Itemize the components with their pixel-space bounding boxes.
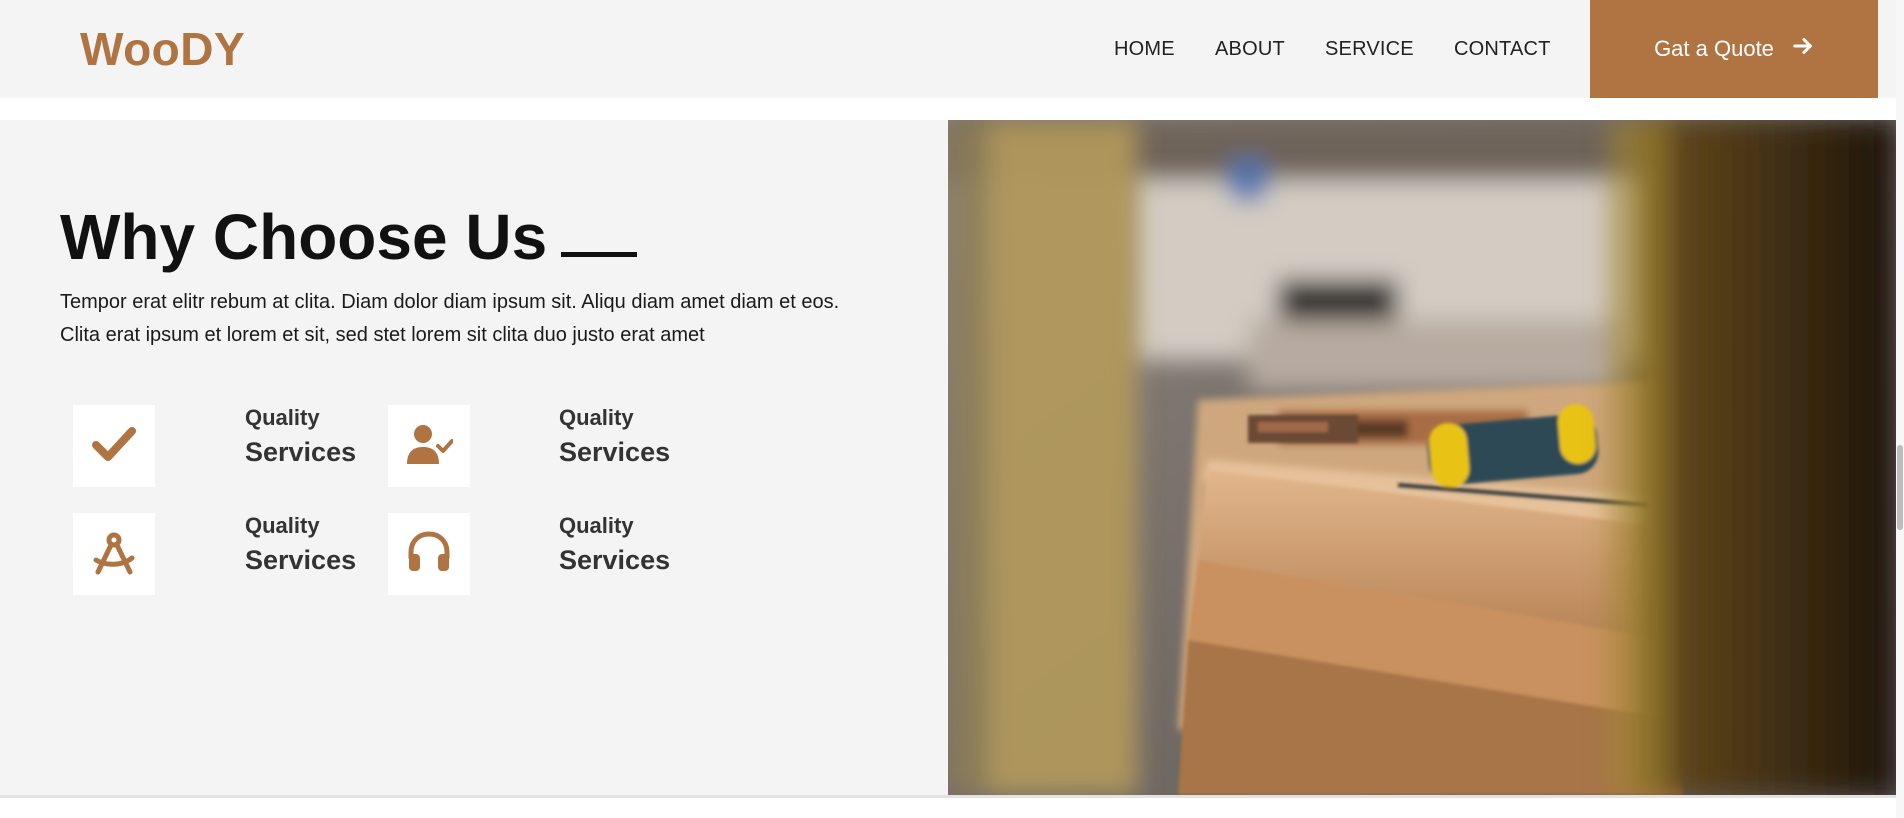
page-scrollbar[interactable]: [1896, 0, 1904, 818]
why-choose-us-section: Why Choose Us Tempor erat elitr rebum at…: [0, 120, 948, 795]
check-icon: [90, 420, 138, 473]
feature-icon-box: [73, 405, 155, 487]
feature-item: Quality Services: [559, 513, 670, 576]
feature-label: Quality: [559, 405, 634, 430]
scrollbar-thumb[interactable]: [1897, 445, 1903, 530]
arrow-right-icon: [1792, 35, 1814, 63]
section-title: Why Choose Us: [60, 200, 638, 274]
feature-item: Quality Services: [245, 405, 356, 468]
bottom-edge: [0, 795, 1896, 818]
section-description: Tempor erat elitr rebum at clita. Diam d…: [60, 291, 840, 346]
feature-title: Services: [559, 545, 671, 575]
feature-title: Services: [559, 437, 671, 467]
feature-label: Quality: [559, 513, 634, 538]
nav-link-home[interactable]: HOME: [1114, 38, 1175, 61]
feature-title: Services: [245, 437, 357, 467]
feature-item: Quality Services: [559, 405, 670, 468]
brand-logo[interactable]: WooDY: [80, 22, 245, 76]
user-check-icon: [405, 420, 454, 473]
feature-icon-box: [388, 405, 470, 487]
headphones-icon: [405, 528, 453, 581]
nav-link-contact[interactable]: CONTACT: [1454, 38, 1551, 61]
feature-item: Quality Services: [245, 513, 356, 576]
navbar: WooDY HOME ABOUT SERVICE CONTACT Gat a Q…: [0, 0, 1904, 98]
get-quote-button[interactable]: Gat a Quote: [1590, 0, 1878, 98]
feature-title: Services: [245, 545, 357, 575]
get-quote-label: Gat a Quote: [1654, 36, 1774, 61]
title-underline-decoration: [561, 252, 638, 257]
nav-link-service[interactable]: SERVICE: [1325, 38, 1414, 61]
drafting-compass-icon: [90, 528, 138, 581]
feature-label: Quality: [245, 513, 320, 538]
nav-link-about[interactable]: ABOUT: [1215, 38, 1285, 61]
feature-icon-box: [388, 513, 470, 595]
workshop-photo: [948, 120, 1896, 795]
feature-label: Quality: [245, 405, 320, 430]
feature-icon-box: [73, 513, 155, 595]
